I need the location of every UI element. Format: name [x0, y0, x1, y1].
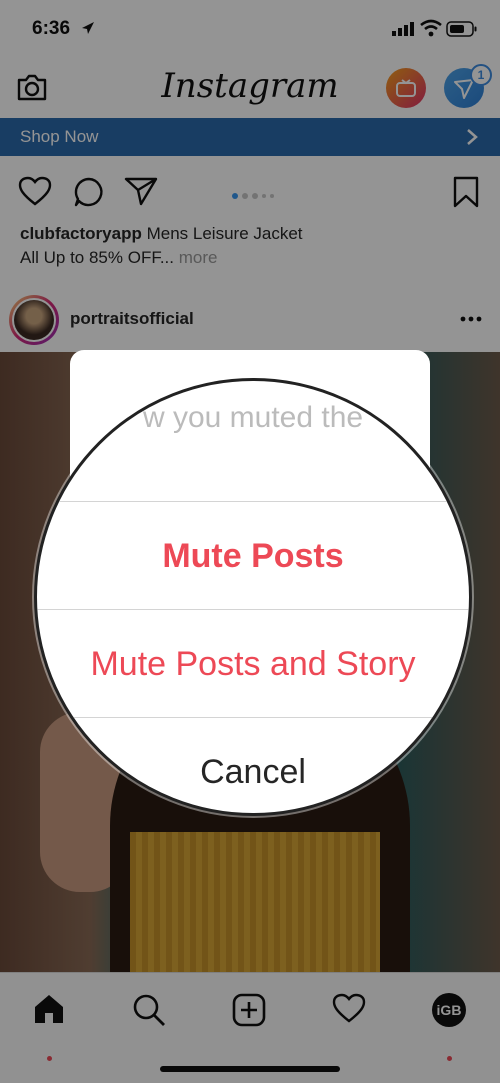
mute-posts-and-story-button[interactable]: Mute Posts and Story	[37, 645, 469, 684]
separator	[37, 609, 469, 610]
dialog-title: w you muted the	[142, 401, 364, 434]
cancel-button[interactable]: Cancel	[37, 753, 469, 792]
mute-posts-button[interactable]: Mute Posts	[37, 537, 469, 576]
separator	[37, 717, 469, 718]
separator	[37, 501, 469, 502]
magnifier-lens: w you muted the Mute Posts Mute Posts an…	[34, 378, 472, 816]
